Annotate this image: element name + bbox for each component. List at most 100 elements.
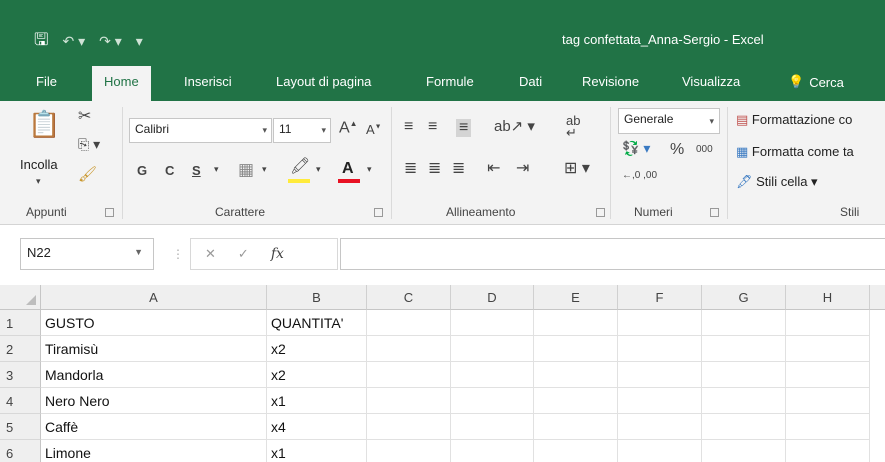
cell-f3[interactable]	[618, 362, 702, 388]
cell-h1[interactable]	[786, 310, 870, 336]
save-icon[interactable]: 🖫	[34, 27, 48, 56]
percent-button[interactable]: %	[670, 142, 684, 158]
fill-dropdown-icon[interactable]: ▾	[316, 165, 321, 174]
cell-h5[interactable]	[786, 414, 870, 440]
tab-view[interactable]: Visualizza	[682, 74, 740, 89]
select-all-button[interactable]	[0, 285, 41, 310]
underline-button[interactable]: S	[192, 164, 201, 177]
cell-c3[interactable]	[367, 362, 451, 388]
row-header[interactable]: 3	[0, 362, 41, 388]
grow-font-button[interactable]: A▲	[339, 120, 358, 136]
cell-g4[interactable]	[702, 388, 786, 414]
copy-icon[interactable]: ⎘ ▾	[78, 137, 100, 151]
fill-color-icon[interactable]: 🖍	[290, 159, 310, 175]
tab-file[interactable]: File	[36, 74, 57, 89]
cell-h2[interactable]	[786, 336, 870, 362]
row-header[interactable]: 4	[0, 388, 41, 414]
splitter-icon[interactable]: ⋮	[172, 247, 184, 261]
number-launcher-icon[interactable]	[710, 208, 719, 217]
cell-d5[interactable]	[451, 414, 534, 440]
tab-page-layout[interactable]: Layout di pagina	[276, 74, 371, 89]
format-painter-icon[interactable]: 🖌	[78, 167, 97, 182]
cell-c1[interactable]	[367, 310, 451, 336]
cell-f1[interactable]	[618, 310, 702, 336]
number-format-select[interactable]: Generale ▾	[618, 108, 720, 134]
cell-f6[interactable]	[618, 440, 702, 462]
cell-a6[interactable]: Limone	[41, 440, 267, 462]
cell-g5[interactable]	[702, 414, 786, 440]
cell-b1[interactable]: QUANTITA'	[267, 310, 367, 336]
underline-dropdown-icon[interactable]: ▾	[214, 165, 219, 174]
conditional-formatting-button[interactable]: ▤ Formattazione co	[736, 113, 852, 126]
undo-icon[interactable]: ↶ ▾	[62, 33, 85, 50]
cell-d4[interactable]	[451, 388, 534, 414]
align-left-icon[interactable]: ≣	[404, 161, 417, 177]
wrap-text-button[interactable]: ab ↵	[566, 114, 580, 139]
borders-dropdown-icon[interactable]: ▾	[262, 165, 267, 174]
row-header[interactable]: 1	[0, 310, 41, 336]
enter-icon[interactable]: ✓	[238, 246, 249, 262]
cell-f4[interactable]	[618, 388, 702, 414]
tab-insert[interactable]: Inserisci	[184, 74, 232, 89]
merge-center-icon[interactable]: ⊞ ▾	[564, 161, 590, 177]
formula-input[interactable]	[340, 238, 885, 270]
shrink-font-button[interactable]: A▼	[366, 123, 382, 136]
cell-b2[interactable]: x2	[267, 336, 367, 362]
column-header-b[interactable]: B	[267, 285, 367, 310]
tab-search[interactable]: 💡 Cerca	[788, 74, 844, 90]
cell-c4[interactable]	[367, 388, 451, 414]
cell-d6[interactable]	[451, 440, 534, 462]
tab-data[interactable]: Dati	[519, 74, 542, 89]
column-header-d[interactable]: D	[451, 285, 534, 310]
cell-b5[interactable]: x4	[267, 414, 367, 440]
cell-g2[interactable]	[702, 336, 786, 362]
clipboard-launcher-icon[interactable]	[105, 208, 114, 217]
cell-f5[interactable]	[618, 414, 702, 440]
column-header-f[interactable]: F	[618, 285, 702, 310]
cell-b4[interactable]: x1	[267, 388, 367, 414]
row-header[interactable]: 2	[0, 336, 41, 362]
align-top-icon[interactable]: ≡	[404, 119, 413, 135]
align-middle-icon[interactable]: ≡	[428, 119, 437, 135]
italic-button[interactable]: C	[165, 164, 174, 177]
cell-h4[interactable]	[786, 388, 870, 414]
cell-e1[interactable]	[534, 310, 618, 336]
column-header-g[interactable]: G	[702, 285, 786, 310]
font-color-dropdown-icon[interactable]: ▾	[367, 165, 372, 174]
column-header-e[interactable]: E	[534, 285, 618, 310]
column-header-h[interactable]: H	[786, 285, 870, 310]
cell-c2[interactable]	[367, 336, 451, 362]
name-box[interactable]: N22 ▼	[20, 238, 154, 270]
align-bottom-icon[interactable]: ≡	[456, 119, 472, 137]
cell-d3[interactable]	[451, 362, 534, 388]
cell-d2[interactable]	[451, 336, 534, 362]
redo-icon[interactable]: ↷ ▾	[99, 33, 122, 50]
cell-g3[interactable]	[702, 362, 786, 388]
insert-function-button[interactable]: fx	[271, 246, 284, 262]
row-header[interactable]: 6	[0, 440, 41, 462]
cell-g6[interactable]	[702, 440, 786, 462]
cell-a5[interactable]: Caffè	[41, 414, 267, 440]
cell-c5[interactable]	[367, 414, 451, 440]
align-right-icon[interactable]: ≣	[452, 161, 465, 177]
paste-icon[interactable]: 📋	[28, 111, 60, 137]
cut-icon[interactable]: ✂	[78, 109, 91, 125]
tab-review[interactable]: Revisione	[582, 74, 639, 89]
column-header-c[interactable]: C	[367, 285, 451, 310]
format-as-table-button[interactable]: ▦ Formatta come ta	[736, 145, 854, 158]
cell-h3[interactable]	[786, 362, 870, 388]
bold-button[interactable]: G	[137, 164, 147, 177]
font-size-select[interactable]: 11 ▾	[273, 118, 331, 143]
decrease-indent-icon[interactable]: ⇤	[487, 161, 500, 177]
increase-indent-icon[interactable]: ⇥	[516, 161, 529, 177]
font-launcher-icon[interactable]	[374, 208, 383, 217]
cell-b3[interactable]: x2	[267, 362, 367, 388]
cell-e6[interactable]	[534, 440, 618, 462]
increase-decimal-button[interactable]: ←,0 ,00	[622, 171, 657, 181]
tab-home[interactable]: Home	[92, 66, 151, 101]
orientation-icon[interactable]: ab↗ ▾	[494, 119, 535, 134]
column-header-i[interactable]	[870, 285, 885, 310]
tab-formulas[interactable]: Formule	[426, 74, 474, 89]
column-header-a[interactable]: A	[41, 285, 267, 310]
cell-d1[interactable]	[451, 310, 534, 336]
